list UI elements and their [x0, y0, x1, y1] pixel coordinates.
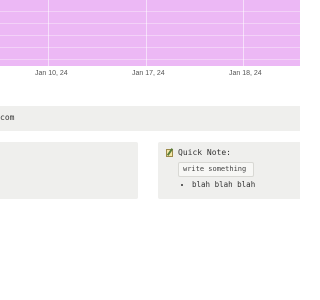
chart-gridline: [146, 0, 147, 66]
quick-note-title: Quick Note:: [178, 148, 231, 157]
quick-note-panel: Quick Note: write something blah blah bl…: [158, 142, 300, 199]
url-text: com: [0, 113, 15, 122]
quick-note-list: blah blah blah: [184, 180, 255, 189]
chart-area: [0, 0, 300, 66]
chart-gridline: [48, 0, 49, 66]
quick-note-input[interactable]: write something: [178, 162, 254, 177]
quick-note-header: Quick Note:: [166, 148, 231, 157]
chart-gridline: [243, 0, 244, 66]
x-tick-label: Jan 17, 24: [132, 70, 165, 77]
x-tick-label: Jan 10, 24: [35, 70, 68, 77]
left-panel: [0, 142, 138, 199]
list-item: blah blah blah: [192, 180, 255, 189]
url-bar[interactable]: com: [0, 106, 300, 131]
x-tick-label: Jan 18, 24: [229, 70, 262, 77]
note-icon: [166, 148, 173, 157]
